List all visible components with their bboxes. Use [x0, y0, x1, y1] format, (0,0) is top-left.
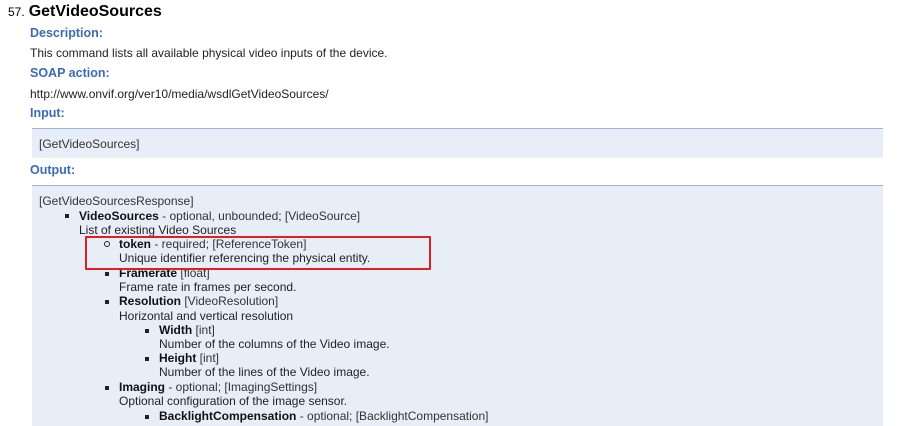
- field-name: Resolution: [119, 294, 181, 308]
- field-video-sources: VideoSources - optional, unbounded; [Vid…: [79, 209, 360, 223]
- field-description: Frame rate in frames per second.: [119, 280, 297, 294]
- bullet-icon: [145, 357, 149, 361]
- document-page: 57. GetVideoSources Description: This com…: [0, 0, 903, 426]
- description-text: This command lists all available physica…: [30, 46, 388, 60]
- field-width: Width [int]: [159, 323, 215, 337]
- field-height: Height [int]: [159, 351, 219, 365]
- field-meta: - optional; [BacklightCompensation]: [296, 409, 489, 423]
- field-meta: - optional, unbounded; [VideoSource]: [158, 209, 361, 223]
- output-label: Output:: [30, 163, 76, 177]
- operation-name: GetVideoSources: [28, 3, 162, 20]
- field-name: Imaging: [119, 380, 166, 394]
- field-meta: [VideoResolution]: [181, 294, 279, 308]
- soap-action-url: http://www.onvif.org/ver10/media/wsdlGet…: [30, 87, 329, 101]
- field-description: Number of the lines of the Video image.: [159, 365, 370, 379]
- field-name: BacklightCompensation: [159, 409, 297, 423]
- soap-action-label: SOAP action:: [30, 66, 110, 80]
- field-meta: [int]: [192, 323, 215, 337]
- field-meta: - optional; [ImagingSettings]: [165, 380, 318, 394]
- input-box: [GetVideoSources]: [32, 128, 883, 158]
- output-message: [GetVideoSourcesResponse]: [39, 194, 194, 208]
- output-box: [GetVideoSourcesResponse] VideoSources -…: [32, 185, 883, 426]
- input-label: Input:: [30, 106, 65, 120]
- field-name: Height: [159, 351, 197, 365]
- field-description: Number of the columns of the Video image…: [159, 337, 390, 351]
- bullet-icon: [105, 272, 109, 276]
- field-imaging: Imaging - optional; [ImagingSettings]: [119, 380, 317, 394]
- operation-number: 57.: [8, 5, 25, 19]
- input-message: [GetVideoSources]: [39, 137, 140, 151]
- field-description: Optional configuration of the image sens…: [119, 394, 348, 408]
- field-description: List of existing Video Sources: [79, 223, 237, 237]
- field-resolution: Resolution [VideoResolution]: [119, 294, 278, 308]
- bullet-icon: [145, 329, 149, 333]
- highlight-annotation-box: [85, 236, 431, 270]
- bullet-icon: [145, 415, 149, 419]
- bullet-icon: [65, 214, 69, 218]
- field-meta: [int]: [196, 351, 220, 365]
- field-backlight-compensation: BacklightCompensation - optional; [Backl…: [159, 409, 488, 423]
- field-name: Width: [159, 323, 193, 337]
- bullet-icon: [105, 386, 109, 390]
- field-description: Horizontal and vertical resolution: [119, 309, 294, 323]
- description-label: Description:: [30, 26, 103, 40]
- operation-heading: 57. GetVideoSources: [8, 3, 162, 21]
- field-name: VideoSources: [79, 209, 159, 223]
- bullet-icon: [105, 300, 109, 304]
